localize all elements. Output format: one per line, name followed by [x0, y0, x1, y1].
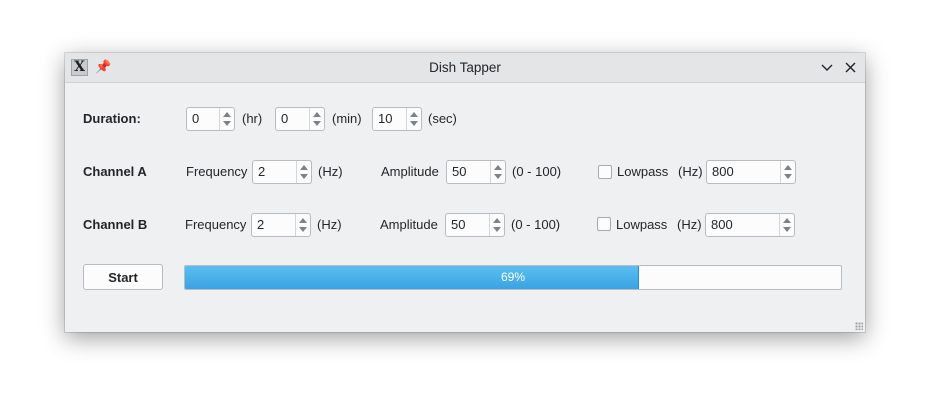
chevron-down-icon: [821, 64, 832, 71]
channel-b-frequency-value: 2: [257, 217, 265, 232]
hours-unit: (hr): [242, 111, 263, 126]
channel-a-lowpass-checkbox[interactable]: [598, 165, 612, 179]
channel-b-lowpass-unit: (Hz): [677, 217, 702, 232]
minimize-button[interactable]: [818, 59, 835, 76]
duration-label: Duration:: [83, 111, 141, 126]
minutes-value: 0: [281, 111, 289, 126]
spin-up-icon[interactable]: [300, 165, 308, 170]
spin-up-icon[interactable]: [783, 218, 791, 223]
spin-up-icon[interactable]: [410, 112, 418, 117]
channel-b-amplitude-spinbox[interactable]: 50: [445, 213, 505, 237]
channel-a-label: Channel A: [83, 164, 147, 179]
spin-arrows[interactable]: [309, 108, 324, 130]
channel-a-amplitude-spinbox[interactable]: 50: [446, 160, 506, 184]
channel-a-amplitude-range: (0 - 100): [512, 164, 562, 179]
spin-arrows[interactable]: [406, 108, 421, 130]
spin-down-icon[interactable]: [493, 227, 501, 232]
spin-up-icon[interactable]: [493, 218, 501, 223]
start-button[interactable]: Start: [83, 264, 163, 290]
spin-arrows[interactable]: [779, 214, 794, 236]
channel-b-frequency-label: Frequency: [185, 217, 247, 232]
spin-down-icon[interactable]: [223, 121, 231, 126]
channel-b-amplitude-label: Amplitude: [380, 217, 438, 232]
minutes-unit: (min): [332, 111, 362, 126]
spin-arrows[interactable]: [296, 161, 311, 183]
hours-value: 0: [192, 111, 200, 126]
channel-b-frequency-unit: (Hz): [317, 217, 342, 232]
channel-b-frequency-spinbox[interactable]: 2: [251, 213, 311, 237]
close-icon: [845, 62, 856, 73]
spin-arrows[interactable]: [490, 161, 505, 183]
channel-a-frequency-unit: (Hz): [318, 164, 343, 179]
channel-a-lowpass-spinbox[interactable]: 800: [706, 160, 796, 184]
spin-up-icon[interactable]: [223, 112, 231, 117]
spin-down-icon[interactable]: [494, 174, 502, 179]
progress-text: 69%: [500, 270, 526, 284]
channel-a-amplitude-value: 50: [452, 164, 467, 179]
channel-a-frequency-spinbox[interactable]: 2: [252, 160, 312, 184]
spin-up-icon[interactable]: [784, 165, 792, 170]
spin-down-icon[interactable]: [313, 121, 321, 126]
resize-grip[interactable]: [855, 322, 863, 330]
title-bar[interactable]: X 📌 Dish Tapper: [65, 53, 865, 83]
main-window: X 📌 Dish Tapper Duration: 0 (hr) 0 (min)…: [65, 53, 865, 332]
channel-b-amplitude-value: 50: [451, 217, 466, 232]
spin-arrows[interactable]: [489, 214, 504, 236]
channel-b-lowpass-label[interactable]: Lowpass: [616, 213, 667, 237]
spin-arrows[interactable]: [780, 161, 795, 183]
spin-down-icon[interactable]: [299, 227, 307, 232]
spin-up-icon[interactable]: [494, 165, 502, 170]
channel-a-lowpass-value: 800: [712, 164, 734, 179]
window-title: Dish Tapper: [429, 60, 501, 75]
channel-b-lowpass-value: 800: [711, 217, 733, 232]
channel-b-lowpass-spinbox[interactable]: 800: [705, 213, 795, 237]
channel-a-lowpass-label[interactable]: Lowpass: [617, 160, 668, 184]
spin-arrows[interactable]: [295, 214, 310, 236]
channel-a-frequency-label: Frequency: [186, 164, 248, 179]
spin-arrows[interactable]: [219, 108, 234, 130]
progress-bar: 69%: [184, 265, 842, 290]
minutes-spinbox[interactable]: 0: [275, 107, 325, 131]
hours-spinbox[interactable]: 0: [186, 107, 235, 131]
seconds-spinbox[interactable]: 10: [372, 107, 422, 131]
spin-down-icon[interactable]: [783, 227, 791, 232]
channel-b-lowpass-checkbox[interactable]: [597, 217, 611, 231]
spin-down-icon[interactable]: [300, 174, 308, 179]
seconds-value: 10: [378, 111, 393, 126]
spin-up-icon[interactable]: [313, 112, 321, 117]
spin-down-icon[interactable]: [410, 121, 418, 126]
close-button[interactable]: [842, 59, 859, 76]
channel-a-amplitude-label: Amplitude: [381, 164, 439, 179]
seconds-unit: (sec): [428, 111, 457, 126]
channel-a-lowpass-unit: (Hz): [678, 164, 703, 179]
channel-b-amplitude-range: (0 - 100): [511, 217, 561, 232]
channel-a-frequency-value: 2: [258, 164, 266, 179]
spin-up-icon[interactable]: [299, 218, 307, 223]
spin-down-icon[interactable]: [784, 174, 792, 179]
channel-b-label: Channel B: [83, 217, 148, 232]
